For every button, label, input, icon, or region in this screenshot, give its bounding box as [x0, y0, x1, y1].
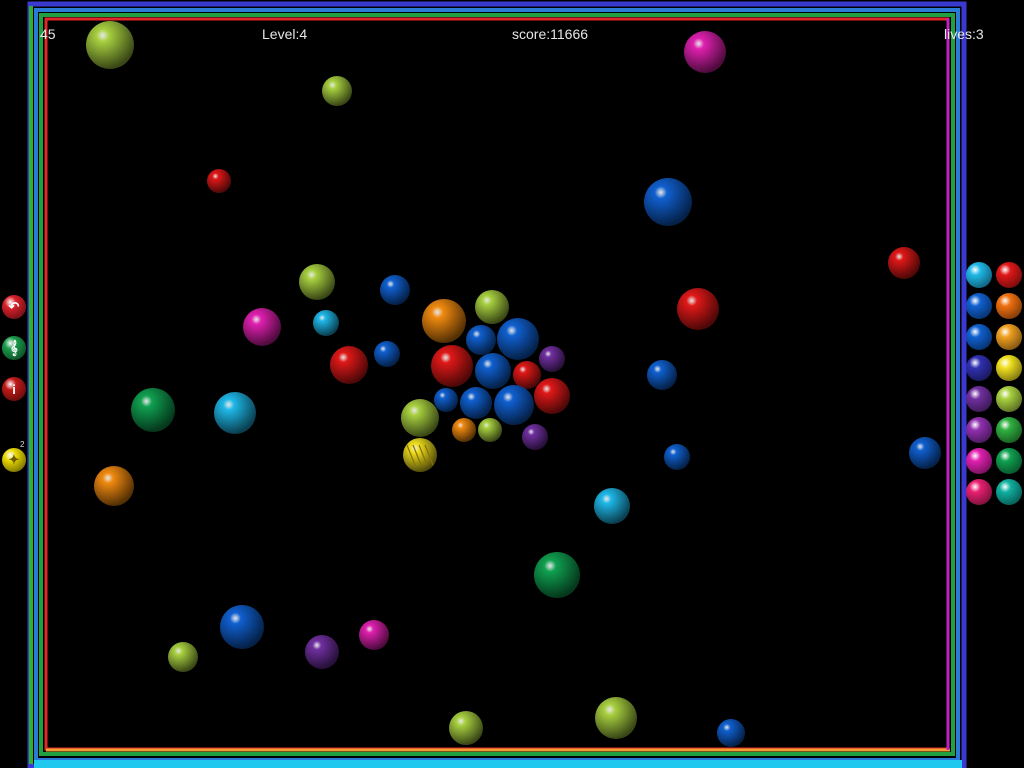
info-icon: i [12, 381, 16, 397]
palette-ball[interactable] [996, 324, 1022, 350]
ball-red[interactable] [888, 247, 920, 279]
palette-ball[interactable] [966, 355, 992, 381]
palette-ball[interactable] [996, 448, 1022, 474]
ball-magenta[interactable] [684, 31, 726, 73]
palette-ball[interactable] [966, 448, 992, 474]
ball-blue[interactable] [647, 360, 677, 390]
ball-magenta[interactable] [359, 620, 389, 650]
lives-text: lives:3 [944, 26, 984, 42]
game-field[interactable] [0, 0, 1024, 768]
ball-red[interactable] [513, 361, 541, 389]
ball-red[interactable] [207, 169, 231, 193]
score-text: score:11666 [512, 26, 589, 42]
palette-ball[interactable] [996, 479, 1022, 505]
ball-cyan[interactable] [594, 488, 630, 524]
info-button[interactable]: i [2, 377, 26, 401]
ball-orange[interactable] [422, 299, 466, 343]
palette-ball[interactable] [996, 262, 1022, 288]
ball-cyan[interactable] [214, 392, 256, 434]
ball-purple[interactable] [522, 424, 548, 450]
life-count-badge: 2 [20, 440, 25, 449]
ball-blue[interactable] [380, 275, 410, 305]
ball-lime[interactable] [86, 21, 134, 69]
ball-cyan[interactable] [313, 310, 339, 336]
ball-red[interactable] [431, 345, 473, 387]
level-text: Level:4 [262, 26, 308, 42]
back-button[interactable]: ↶ [2, 295, 26, 319]
ball-blue[interactable] [497, 318, 539, 360]
palette-ball[interactable] [966, 479, 992, 505]
ball-blue[interactable] [475, 353, 511, 389]
ball-green[interactable] [534, 552, 580, 598]
ball-blue[interactable] [644, 178, 692, 226]
treble-clef-icon: 𝄞 [10, 340, 18, 355]
ball-orange[interactable] [94, 466, 134, 506]
palette-ball[interactable] [996, 417, 1022, 443]
ball-blue[interactable] [374, 341, 400, 367]
life-ball-icon: ✦ [8, 452, 20, 467]
ball-lime[interactable] [475, 290, 509, 324]
ball-blue[interactable] [494, 385, 534, 425]
ball-green[interactable] [131, 388, 175, 432]
palette-ball[interactable] [996, 386, 1022, 412]
back-arrow-icon: ↶ [8, 299, 20, 314]
ball-purple[interactable] [539, 346, 565, 372]
ball-blue[interactable] [717, 719, 745, 747]
ball-purple[interactable] [305, 635, 339, 669]
ball-blue[interactable] [460, 387, 492, 419]
palette-ball[interactable] [996, 293, 1022, 319]
palette-ball[interactable] [966, 293, 992, 319]
shooter-ball[interactable] [403, 438, 437, 472]
ball-lime[interactable] [322, 76, 352, 106]
ball-blue[interactable] [909, 437, 941, 469]
ball-lime[interactable] [401, 399, 439, 437]
ball-blue[interactable] [220, 605, 264, 649]
ball-blue[interactable] [664, 444, 690, 470]
ball-lime[interactable] [595, 697, 637, 739]
music-button[interactable]: 𝄞 [2, 336, 26, 360]
ball-red[interactable] [534, 378, 570, 414]
life-powerup-button[interactable]: ✦ [2, 448, 26, 472]
ball-magenta[interactable] [243, 308, 281, 346]
palette-ball[interactable] [966, 386, 992, 412]
ball-red[interactable] [677, 288, 719, 330]
timer-text: 45 [40, 26, 56, 42]
palette-ball[interactable] [966, 324, 992, 350]
ball-layer[interactable] [86, 21, 941, 747]
palette-ball[interactable] [966, 417, 992, 443]
ball-blue[interactable] [434, 388, 458, 412]
ball-red[interactable] [330, 346, 368, 384]
ball-lime[interactable] [449, 711, 483, 745]
ball-lime[interactable] [478, 418, 502, 442]
palette-ball[interactable] [966, 262, 992, 288]
ball-blue[interactable] [466, 325, 496, 355]
ball-lime[interactable] [168, 642, 198, 672]
ball-lime[interactable] [299, 264, 335, 300]
palette-ball[interactable] [996, 355, 1022, 381]
ball-orange[interactable] [452, 418, 476, 442]
